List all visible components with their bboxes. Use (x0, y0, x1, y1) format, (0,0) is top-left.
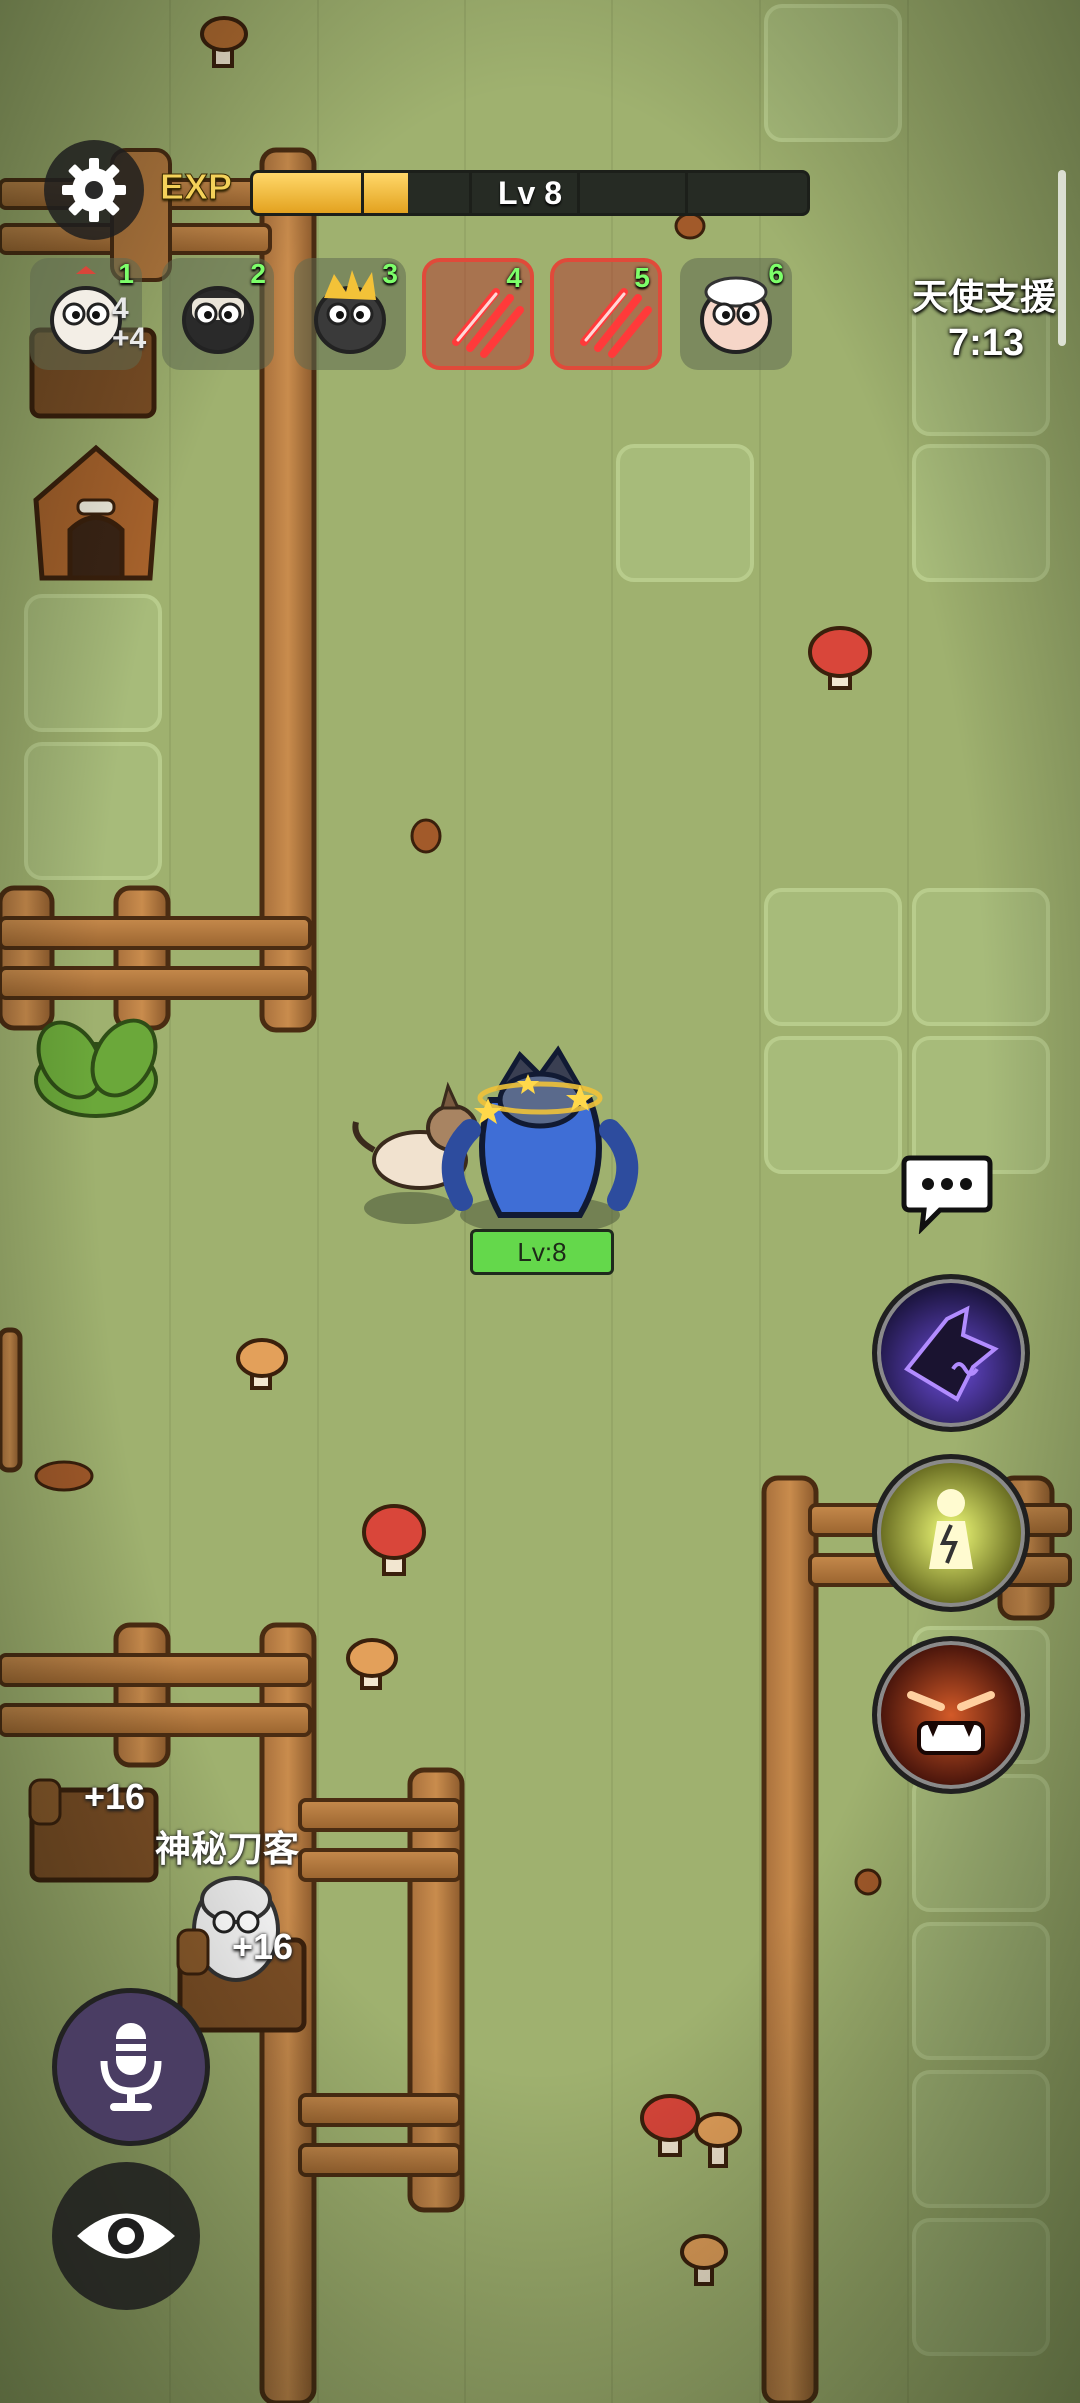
angel-support-label: 天使支援 (911, 276, 1056, 317)
ability-slot-number: 5 (634, 262, 650, 293)
resource-gain-text: +16 (232, 1926, 294, 1967)
ability-slot-number: 1 (118, 258, 134, 289)
skill-howl-button[interactable] (872, 1274, 1030, 1432)
exp-bar: Lv 8 (250, 170, 810, 216)
microphone-icon (100, 2023, 162, 2111)
ability-slot-number: 4 (506, 262, 522, 293)
gear-icon (62, 158, 126, 222)
view-toggle-button[interactable] (52, 2162, 200, 2310)
ability-slot-6[interactable]: 6 (680, 258, 792, 370)
player-level-text: Lv 8 (497, 175, 563, 211)
lightning-figure-icon (929, 1489, 973, 1569)
ability-slot-1[interactable]: 14 +4 (30, 258, 146, 370)
ability-slot-3[interactable]: 3 (294, 258, 406, 370)
scrollbar[interactable] (1058, 170, 1066, 346)
eye-icon (77, 2213, 175, 2259)
player-level-badge: Lv:8 (470, 1229, 614, 1275)
angel-support-timer: 7:13 (947, 322, 1024, 364)
angry-face-icon (907, 1691, 995, 1755)
wolf-howl-icon (904, 1305, 999, 1402)
skill-roar-button[interactable] (872, 1636, 1030, 1794)
ability-slot-5[interactable]: 5 (550, 258, 662, 370)
ability-slot-number: 3 (382, 258, 398, 289)
exp-label: EXP (159, 166, 233, 208)
settings-button[interactable] (44, 140, 144, 240)
skill-lightning-button[interactable] (872, 1454, 1030, 1612)
resource-gain-text: +16 (84, 1776, 146, 1817)
ability-slot-4[interactable]: 4 (422, 258, 534, 370)
ability-slot-number: 2 (250, 258, 266, 289)
voice-chat-button[interactable] (52, 1988, 210, 2146)
ability-slot-2[interactable]: 2 (162, 258, 274, 370)
npc-name-label: 神秘刀客 (155, 1828, 300, 1869)
chat-button[interactable] (900, 1150, 994, 1235)
ability-slot-number: 6 (768, 258, 784, 289)
speech-bubble-icon (901, 1155, 993, 1235)
ability-slot-stack-text: 4 +4 (112, 292, 147, 355)
